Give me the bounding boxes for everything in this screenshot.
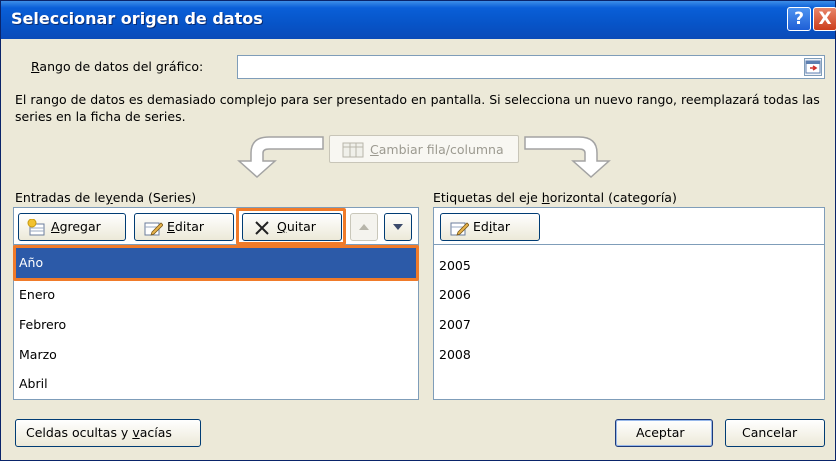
hidden-empty-cells-button[interactable]: Celdas ocultas y vacías (15, 419, 201, 447)
cancel-label: Cancelar (742, 425, 798, 440)
edit-axis-labels-label: Editar (473, 219, 511, 234)
series-item-febrero[interactable]: Febrero (15, 310, 417, 340)
switch-row-column-button[interactable]: Cambiar fila/columna (329, 135, 519, 163)
dialog-title: Seleccionar origen de datos (11, 9, 263, 28)
add-series-label: Agregar (51, 219, 101, 234)
category-item[interactable]: 2008 (435, 340, 823, 370)
series-item-abril[interactable]: Abril (15, 369, 417, 399)
range-label: Rango de datos del gráfico: (31, 59, 204, 74)
add-series-icon (27, 219, 45, 236)
axis-labels-panel: Editar 2005 2006 2007 2008 (433, 207, 825, 400)
range-collapse-button[interactable] (804, 58, 822, 76)
title-bar[interactable]: Seleccionar origen de datos ? X (1, 1, 836, 39)
selected-series-highlight (13, 245, 419, 281)
switch-row-column-label: Cambiar fila/columna (370, 142, 504, 157)
move-up-button[interactable] (350, 213, 378, 241)
move-down-button[interactable] (384, 213, 412, 241)
triangle-up-icon (359, 224, 369, 230)
legend-entries-heading: Entradas de leyenda (Series) (15, 190, 197, 205)
switch-row-column-icon (342, 142, 364, 158)
edit-axis-icon (450, 222, 469, 236)
category-item[interactable]: 2006 (435, 280, 823, 310)
collapse-dialog-icon (805, 60, 821, 74)
curved-arrow-right-icon (524, 136, 611, 179)
triangle-down-icon (393, 224, 403, 230)
axis-labels-heading: Etiquetas del eje horizontal (categoría) (433, 190, 677, 205)
close-button[interactable]: X (813, 7, 836, 31)
ok-label: Aceptar (636, 425, 685, 440)
range-input[interactable] (237, 55, 825, 79)
legend-entries-panel: Agregar Editar Quitar Año Enero Febrero … (13, 207, 419, 400)
hidden-empty-cells-label: Celdas ocultas y vacías (26, 425, 172, 440)
remove-button-highlight (236, 208, 346, 245)
category-item[interactable]: 2005 (435, 251, 823, 281)
edit-axis-labels-button[interactable]: Editar (440, 213, 540, 241)
ok-button[interactable]: Aceptar (615, 419, 713, 447)
edit-series-button[interactable]: Editar (134, 213, 234, 241)
curved-arrow-left-icon (237, 136, 324, 179)
category-item[interactable]: 2007 (435, 310, 823, 340)
dialog-window: Seleccionar origen de datos ? X Rango de… (0, 0, 836, 461)
series-item-marzo[interactable]: Marzo (15, 340, 417, 370)
edit-series-icon (144, 222, 163, 236)
edit-series-label: Editar (167, 219, 205, 234)
help-button[interactable]: ? (787, 7, 811, 31)
add-series-button[interactable]: Agregar (18, 213, 126, 241)
range-warning-text: El rango de datos es demasiado complejo … (15, 92, 820, 124)
series-item-enero[interactable]: Enero (15, 280, 417, 310)
cancel-button[interactable]: Cancelar (725, 419, 825, 447)
